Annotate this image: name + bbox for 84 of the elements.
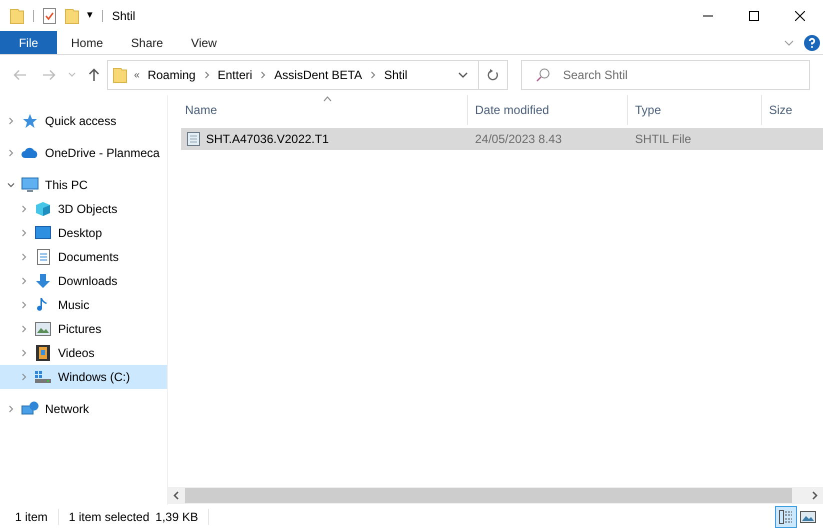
- type-cell-text: SHTIL File: [634, 131, 692, 148]
- column-header[interactable]: Name: [178, 95, 468, 125]
- chevron-down-icon[interactable]: [7, 181, 15, 189]
- desktop-icon: [35, 226, 51, 240]
- navigation-item[interactable]: Desktop: [0, 221, 167, 245]
- refresh-button[interactable]: [479, 60, 508, 90]
- breadcrumb-separator-icon[interactable]: [260, 71, 266, 79]
- help-icon[interactable]: [804, 34, 820, 50]
- column-header[interactable]: Type: [628, 95, 762, 125]
- navigation-item[interactable]: Quick access: [0, 109, 167, 133]
- overflow-chevron[interactable]: «: [134, 68, 140, 82]
- folder-icon: [10, 8, 24, 24]
- horizontal-scrollbar[interactable]: [168, 487, 823, 504]
- breadcrumb-separator-icon[interactable]: [370, 71, 376, 79]
- folder-icon: [113, 67, 127, 83]
- network-icon: [21, 401, 39, 417]
- details-view-button[interactable]: [775, 506, 797, 528]
- ribbon-tab[interactable]: View: [177, 31, 231, 54]
- breadcrumb[interactable]: Entteri: [218, 66, 252, 84]
- chevron-right-icon[interactable]: [7, 117, 15, 125]
- chevron-right-icon[interactable]: [20, 349, 28, 357]
- cube-icon: [35, 201, 51, 217]
- maximize-icon: [749, 10, 759, 20]
- new-folder-icon: [65, 8, 79, 24]
- recent-locations-icon[interactable]: [68, 72, 76, 78]
- down-arrow-icon: [35, 273, 51, 289]
- date-cell-text: 24/05/2023 8.43: [474, 131, 563, 148]
- navigation-item[interactable]: Documents: [0, 245, 167, 269]
- selection-size: 1,39 KB: [155, 509, 198, 526]
- address-bar[interactable]: « Roaming Entteri AssisDent BETA Shtil: [107, 60, 479, 90]
- column-header[interactable]: Date modified: [468, 95, 628, 125]
- search-field[interactable]: Search Shtil: [521, 60, 810, 90]
- navigation-item[interactable]: Downloads: [0, 269, 167, 293]
- navigation-item[interactable]: Windows (C:): [0, 365, 167, 389]
- navigation-item[interactable]: This PC: [0, 173, 167, 197]
- file-tab[interactable]: File: [0, 31, 57, 54]
- text-file-icon: [186, 131, 202, 147]
- close-icon: [795, 10, 805, 20]
- chevron-right-icon[interactable]: [20, 325, 28, 333]
- chevron-right-icon[interactable]: [7, 149, 15, 157]
- navigation-item[interactable]: Network: [0, 397, 167, 421]
- picture-icon: [35, 322, 51, 336]
- chevron-right-icon[interactable]: [20, 373, 28, 381]
- scrollbar-thumb[interactable]: [185, 488, 792, 503]
- file-name: SHT.A47036.V2022.T1: [206, 131, 329, 148]
- search-icon: [536, 68, 550, 82]
- properties-icon[interactable]: [43, 8, 56, 24]
- star-icon: [22, 113, 38, 129]
- chevron-right-icon[interactable]: [20, 277, 28, 285]
- chevron-right-icon[interactable]: [7, 405, 15, 413]
- music-note-icon: [37, 297, 49, 313]
- back-arrow-icon[interactable]: [13, 69, 27, 81]
- breadcrumb[interactable]: Shtil: [384, 66, 408, 84]
- breadcrumb[interactable]: Roaming: [148, 66, 196, 84]
- navigation-item[interactable]: OneDrive - Planmeca: [0, 141, 167, 165]
- navigation-item[interactable]: Videos: [0, 341, 167, 365]
- refresh-icon: [487, 69, 499, 81]
- navigation-item[interactable]: 3D Objects: [0, 197, 167, 221]
- selection-info: 1 item selected: [68, 509, 150, 526]
- ribbon-tab[interactable]: Home: [57, 31, 118, 54]
- breadcrumb-separator-icon[interactable]: [204, 71, 210, 79]
- breadcrumb[interactable]: AssisDent BETA: [274, 66, 362, 84]
- navigation-item[interactable]: Music: [0, 293, 167, 317]
- document-icon: [36, 249, 50, 265]
- chevron-down-icon[interactable]: [458, 71, 468, 79]
- sort-ascending-icon[interactable]: [323, 96, 332, 102]
- drive-icon: [34, 370, 52, 384]
- film-icon: [36, 345, 50, 361]
- chevron-right-icon[interactable]: [20, 205, 28, 213]
- file-row[interactable]: SHT.A47036.V2022.T1 24/05/2023 8.43 SHTIL File: [181, 128, 823, 150]
- expand-ribbon-icon[interactable]: [784, 38, 794, 46]
- forward-arrow-icon[interactable]: [42, 69, 56, 81]
- ribbon-tab[interactable]: Share: [117, 31, 178, 54]
- column-header[interactable]: Size: [762, 95, 823, 125]
- monitor-icon: [21, 177, 39, 193]
- up-arrow-icon[interactable]: [88, 68, 100, 82]
- window-title: Shtil: [112, 8, 136, 24]
- item-count: 1 item: [15, 509, 48, 526]
- chevron-right-icon[interactable]: [20, 301, 28, 309]
- chevron-right-icon[interactable]: [20, 253, 28, 261]
- chevron-right-icon[interactable]: [20, 229, 28, 237]
- cloud-icon: [21, 147, 39, 159]
- customize-toolbar-button[interactable]: ▾: [87, 7, 93, 24]
- navigation-item[interactable]: Pictures: [0, 317, 167, 341]
